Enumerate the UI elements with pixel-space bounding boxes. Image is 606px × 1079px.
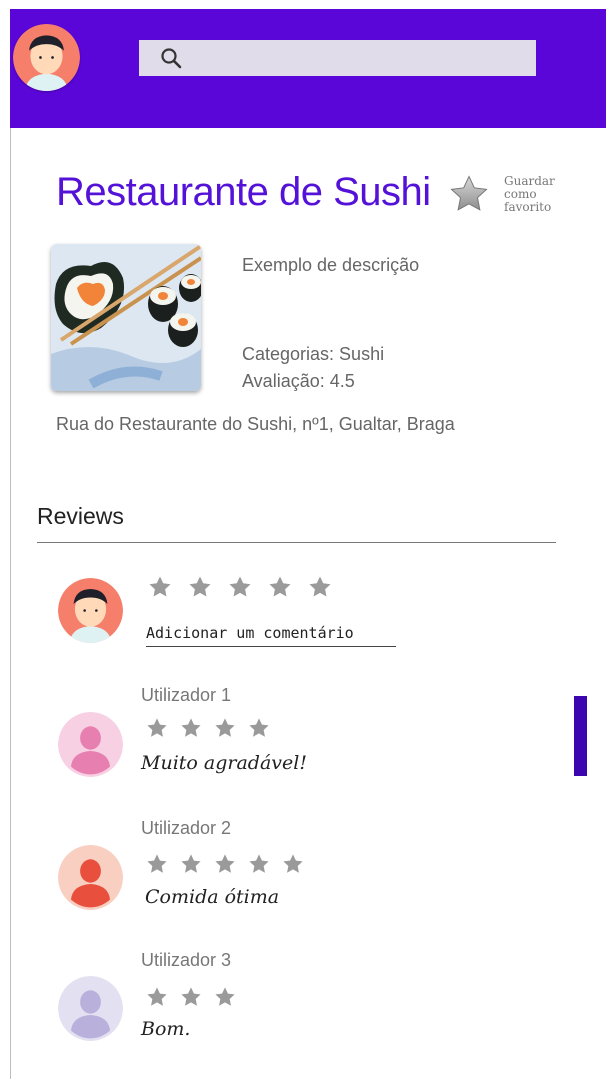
star-icon — [147, 718, 167, 737]
star-icon — [147, 987, 167, 1006]
star-icon[interactable] — [268, 575, 292, 599]
star-icon[interactable] — [148, 575, 172, 599]
person-avatar-icon — [58, 976, 123, 1041]
restaurant-image — [51, 244, 201, 391]
favorite-star-icon[interactable] — [449, 174, 489, 214]
star-icon — [181, 718, 201, 737]
reviews-divider — [37, 542, 556, 543]
star-icon[interactable] — [188, 575, 212, 599]
star-icon — [181, 987, 201, 1006]
search-bar[interactable] — [139, 40, 536, 76]
user-avatar-icon — [13, 24, 80, 91]
star-icon — [249, 718, 269, 737]
user-avatar-icon — [58, 578, 123, 643]
star-icon — [215, 718, 235, 737]
person-avatar-icon — [58, 845, 123, 910]
reviews-heading: Reviews — [37, 503, 124, 529]
restaurant-rating: Avaliação: 4.5 — [242, 371, 355, 391]
restaurant-address: Rua do Restaurante do Sushi, nº1, Gualta… — [56, 414, 455, 434]
search-icon[interactable] — [159, 46, 183, 70]
star-icon — [249, 854, 269, 873]
frame-border — [10, 128, 11, 1079]
person-avatar-icon — [58, 712, 123, 777]
review-stars — [146, 717, 282, 739]
profile-avatar[interactable] — [13, 24, 80, 91]
review-stars — [146, 853, 316, 875]
star-icon[interactable] — [308, 575, 332, 599]
restaurant-title: Restaurante de Sushi — [56, 170, 431, 214]
star-icon — [181, 854, 201, 873]
reviewer-avatar — [58, 712, 123, 777]
star-icon — [215, 987, 235, 1006]
star-icon[interactable] — [228, 575, 252, 599]
scrollbar-thumb[interactable] — [574, 696, 587, 776]
comment-input[interactable] — [146, 620, 396, 647]
review-username: Utilizador 2 — [141, 818, 232, 838]
review-stars — [146, 986, 248, 1008]
review-comment: Bom. — [141, 1018, 191, 1040]
reviewer-avatar — [58, 845, 123, 910]
review-comment: Muito agradável! — [141, 752, 307, 774]
review-username: Utilizador 3 — [141, 950, 232, 970]
restaurant-categories: Categorias: Sushi — [242, 344, 385, 364]
star-icon — [147, 854, 167, 873]
star-icon — [215, 854, 235, 873]
review-username: Utilizador 1 — [141, 685, 232, 705]
reviewer-avatar — [58, 976, 123, 1041]
favorite-label[interactable]: Guardar como favorito — [504, 175, 574, 214]
current-user-avatar — [58, 578, 123, 643]
star-icon — [283, 854, 303, 873]
new-review-stars[interactable] — [148, 575, 348, 599]
review-comment: Comida ótima — [145, 886, 280, 908]
restaurant-description: Exemplo de descrição — [242, 255, 420, 275]
